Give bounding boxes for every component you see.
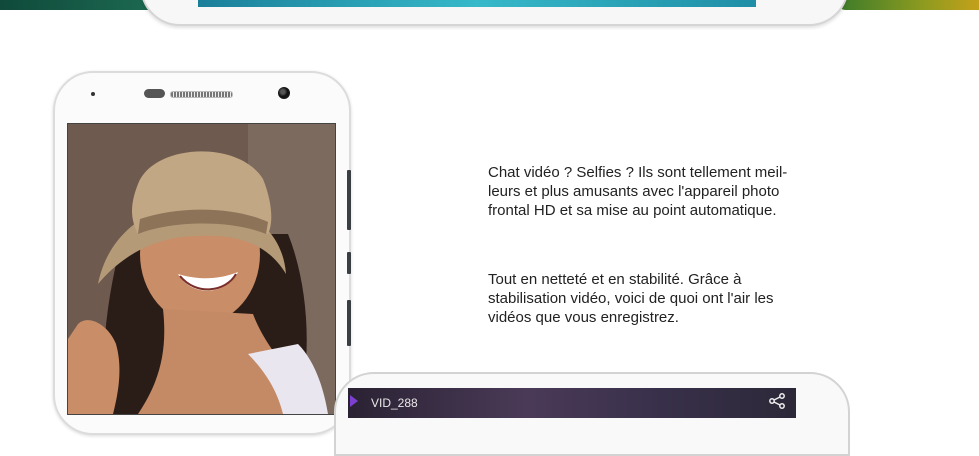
top-banner-left-image <box>0 0 160 10</box>
video-file-label: VID_288 <box>371 396 418 410</box>
front-camera-description: Chat vidéo ? Selfies ? Ils sont tellemen… <box>488 163 798 220</box>
top-phone-screen-image <box>198 0 756 7</box>
paragraph-line: Tout en netteté et en stabilité. Grâce à <box>488 271 742 288</box>
proximity-sensor-icon <box>144 89 165 98</box>
paragraph-line: frontal HD et sa mise au point automatiq… <box>488 202 777 219</box>
paragraph-line: stabilisation vidéo, voici de quoi ont l… <box>488 290 774 307</box>
phone-side-button <box>347 252 351 274</box>
selfie-illustration <box>68 124 335 414</box>
front-sensor-dot-icon <box>91 92 95 96</box>
selfie-photo <box>67 123 336 415</box>
video-stabilization-description: Tout en netteté et en stabilité. Grâce à… <box>488 270 798 327</box>
phone-volume-button <box>347 170 351 230</box>
top-banner-right-image <box>836 0 979 10</box>
paragraph-line: leurs et plus amusants avec l'appareil p… <box>488 183 780 200</box>
video-icon <box>350 395 358 407</box>
paragraph-line: Chat vidéo ? Selfies ? Ils sont tellemen… <box>488 164 788 181</box>
earpiece-speaker-icon <box>170 91 233 98</box>
paragraph-line: vidéos que vous enregistrez. <box>488 309 679 326</box>
phone-power-button <box>347 300 351 346</box>
front-camera-icon <box>278 87 290 99</box>
